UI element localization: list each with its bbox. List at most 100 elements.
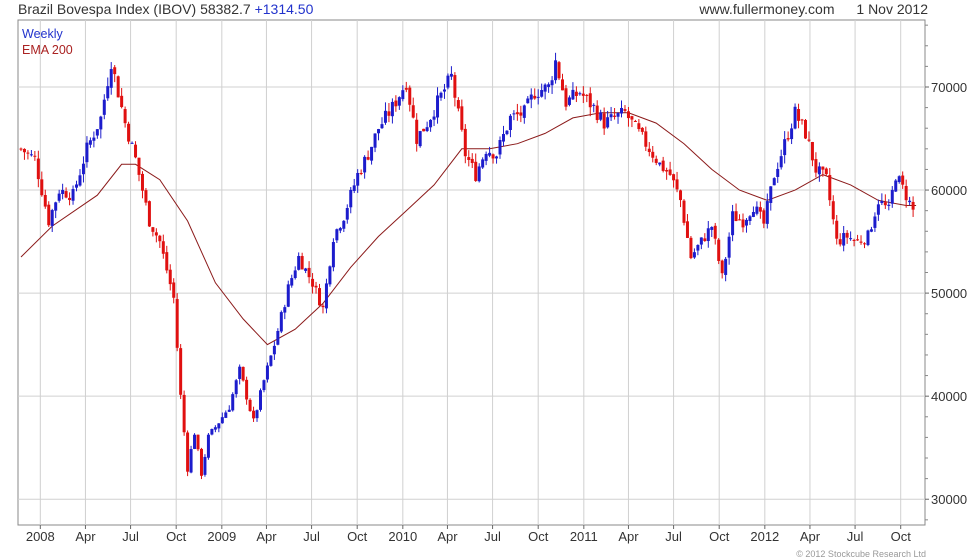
candle-up xyxy=(894,180,898,192)
candle-up xyxy=(363,156,367,173)
candle-up xyxy=(755,206,759,214)
y-tick-label: 60000 xyxy=(931,183,967,198)
candle-up xyxy=(390,101,394,117)
candle-down xyxy=(720,260,724,274)
candle-up xyxy=(567,97,571,105)
candle-up xyxy=(887,204,891,206)
candle-down xyxy=(470,158,474,163)
candle-up xyxy=(488,152,492,156)
candle-down xyxy=(172,282,176,298)
candle-up xyxy=(95,129,99,136)
candle-up xyxy=(897,176,901,183)
x-tick-label: Oct xyxy=(891,529,912,544)
candle-up xyxy=(78,175,82,186)
x-tick-label: Apr xyxy=(256,529,277,544)
candle-up xyxy=(54,202,58,211)
candle-up xyxy=(331,242,335,268)
candle-up xyxy=(522,105,526,118)
candle-up xyxy=(477,166,481,182)
candle-up xyxy=(224,412,228,418)
candle-up xyxy=(908,200,912,203)
candle-down xyxy=(644,131,648,147)
x-tick-label: 2011 xyxy=(570,529,598,544)
candle-down xyxy=(411,105,415,118)
candle-up xyxy=(227,409,231,412)
candle-up xyxy=(217,423,221,429)
candle-down xyxy=(321,305,325,308)
candle-down xyxy=(810,141,814,161)
candle-up xyxy=(193,434,197,449)
candle-down xyxy=(831,201,835,220)
candle-up xyxy=(304,268,308,271)
candle-down xyxy=(515,112,519,115)
website-link[interactable]: www.fullermoney.com xyxy=(699,1,834,17)
x-tick-label: Apr xyxy=(437,529,458,544)
candle-down xyxy=(415,119,419,144)
stock-chart: 3000040000500006000070000 2008 Apr Jul Oct 2… xyxy=(17,19,967,544)
x-tick-label: Apr xyxy=(800,529,821,544)
candle-down xyxy=(602,113,606,129)
candle-down xyxy=(786,138,790,140)
candle-up xyxy=(599,112,603,120)
candle-up xyxy=(550,80,554,86)
x-tick-label: Oct xyxy=(166,529,187,544)
candle-up xyxy=(231,394,235,411)
candle-up xyxy=(706,228,710,242)
candle-up xyxy=(547,84,551,87)
candle-down xyxy=(824,168,828,175)
candle-up xyxy=(571,89,575,100)
candle-up xyxy=(498,139,502,155)
candle-down xyxy=(154,232,158,236)
candle-up xyxy=(85,142,89,163)
y-tick-label: 70000 xyxy=(931,80,967,95)
candle-up xyxy=(373,133,377,148)
candle-up xyxy=(234,380,238,395)
candle-down xyxy=(581,93,585,96)
candle-down xyxy=(828,175,832,201)
candle-up xyxy=(873,216,877,228)
candle-down xyxy=(821,166,825,170)
x-tick-label: Jul xyxy=(847,529,864,544)
candle-down xyxy=(64,191,68,198)
candle-down xyxy=(661,160,665,171)
candle-up xyxy=(696,244,700,251)
plot-area xyxy=(17,19,926,526)
candle-up xyxy=(238,366,242,379)
candle-up xyxy=(106,86,110,99)
candle-up xyxy=(283,307,287,313)
candle-down xyxy=(175,299,179,348)
candle-up xyxy=(349,189,353,208)
candle-down xyxy=(158,235,162,242)
candle-up xyxy=(206,434,210,458)
y-tick-label: 40000 xyxy=(931,389,967,404)
candle-down xyxy=(675,179,679,190)
candle-up xyxy=(793,106,797,129)
candle-down xyxy=(474,161,478,181)
candle-up xyxy=(620,107,624,114)
candle-down xyxy=(366,157,370,160)
x-tick-label: Jul xyxy=(122,529,139,544)
candle-down xyxy=(140,173,144,191)
candle-up xyxy=(203,456,207,475)
candle-up xyxy=(432,116,436,120)
candle-down xyxy=(26,152,30,154)
candle-down xyxy=(557,62,561,79)
candle-down xyxy=(630,116,634,120)
chart-date: 1 Nov 2012 xyxy=(856,1,928,17)
candle-down xyxy=(800,119,804,121)
candle-up xyxy=(401,90,405,100)
candle-down xyxy=(22,148,26,153)
candle-up xyxy=(658,162,662,165)
candle-up xyxy=(102,99,106,115)
candle-down xyxy=(623,109,627,111)
chart-title: Brazil Bovespa Index (IBOV) xyxy=(18,1,197,17)
candle-up xyxy=(377,129,381,134)
candle-down xyxy=(491,154,495,159)
candle-up xyxy=(255,410,259,419)
candle-up xyxy=(276,330,280,345)
candle-up xyxy=(765,201,769,224)
candle-up xyxy=(609,114,613,118)
candle-up xyxy=(540,90,544,97)
candle-down xyxy=(182,394,186,433)
candle-up xyxy=(297,255,301,270)
